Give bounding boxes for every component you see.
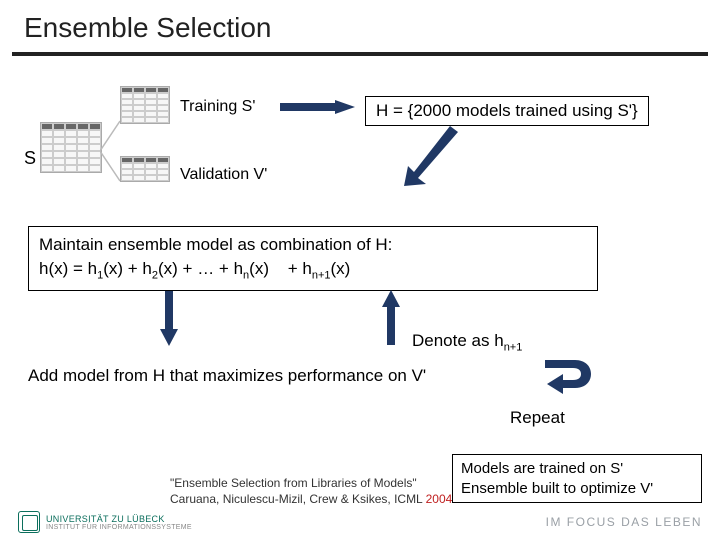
ensemble-extra-pre: + h <box>288 259 312 278</box>
ensemble-line1: Maintain ensemble model as combination o… <box>39 233 587 257</box>
loop-arrow-icon <box>545 354 595 394</box>
models-line1: Models are trained on S' <box>461 459 693 479</box>
split-lines-graphic <box>100 116 120 186</box>
ensemble-tail: (x) <box>249 259 269 278</box>
ensemble-extra-tail: (x) <box>331 259 351 278</box>
citation-year: 2004 <box>426 492 453 506</box>
box-ensemble: Maintain ensemble model as combination o… <box>28 226 598 291</box>
arrow-up-icon <box>382 290 400 345</box>
ensemble-dots: (x) + … + h <box>158 259 243 278</box>
denote-sub: n+1 <box>504 341 523 353</box>
label-validation: Validation V' <box>180 166 267 184</box>
ensemble-line2: h(x) = h1(x) + h2(x) + … + hn(x) + hn+1(… <box>39 257 587 284</box>
denote-text: Denote as hn+1 <box>412 331 522 353</box>
models-line2: Ensemble built to optimize V' <box>461 479 693 499</box>
footer-left-bottom: INSTITUT FÜR INFORMATIONSSYSTEME <box>46 524 192 531</box>
citation-line2: Caruana, Niculescu-Mizil, Crew & Ksikes,… <box>170 492 452 508</box>
ensemble-extra-sub: n+1 <box>312 269 331 281</box>
footer: UNIVERSITÄT ZU LÜBECK INSTITUT FÜR INFOR… <box>0 510 720 540</box>
ensemble-extra: + hn+1(x) <box>288 257 351 284</box>
citation-line1: "Ensemble Selection from Libraries of Mo… <box>170 476 452 492</box>
university-logo-icon <box>18 511 40 533</box>
slide-title: Ensemble Selection <box>0 0 720 52</box>
box-h: H = {2000 models trained using S'} <box>365 96 649 126</box>
table-s-graphic <box>40 122 102 173</box>
arrow-right-icon <box>280 100 355 114</box>
add-model-text: Add model from H that maximizes performa… <box>28 366 426 386</box>
citation: "Ensemble Selection from Libraries of Mo… <box>170 476 452 507</box>
repeat-text: Repeat <box>510 408 565 428</box>
label-training: Training S' <box>180 98 255 116</box>
table-validation-graphic <box>120 156 170 182</box>
footer-left-top: UNIVERSITÄT ZU LÜBECK <box>46 514 192 524</box>
table-training-graphic <box>120 86 170 124</box>
footer-left-text: UNIVERSITÄT ZU LÜBECK INSTITUT FÜR INFOR… <box>46 514 192 531</box>
denote-pre: Denote as h <box>412 331 504 350</box>
footer-left: UNIVERSITÄT ZU LÜBECK INSTITUT FÜR INFOR… <box>18 511 192 533</box>
arrow-diag-down-icon <box>400 126 460 186</box>
slide-content: S Training S' Validation V' H = {2000 mo… <box>0 56 720 486</box>
box-models: Models are trained on S' Ensemble built … <box>452 454 702 503</box>
arrow-down-icon <box>160 291 178 346</box>
citation-pre: Caruana, Niculescu-Mizil, Crew & Ksikes,… <box>170 492 426 506</box>
footer-right: IM FOCUS DAS LEBEN <box>546 515 702 529</box>
ensemble-pre: h(x) = h <box>39 259 97 278</box>
ensemble-mid1: (x) + h <box>103 259 152 278</box>
label-s: S <box>24 148 36 169</box>
